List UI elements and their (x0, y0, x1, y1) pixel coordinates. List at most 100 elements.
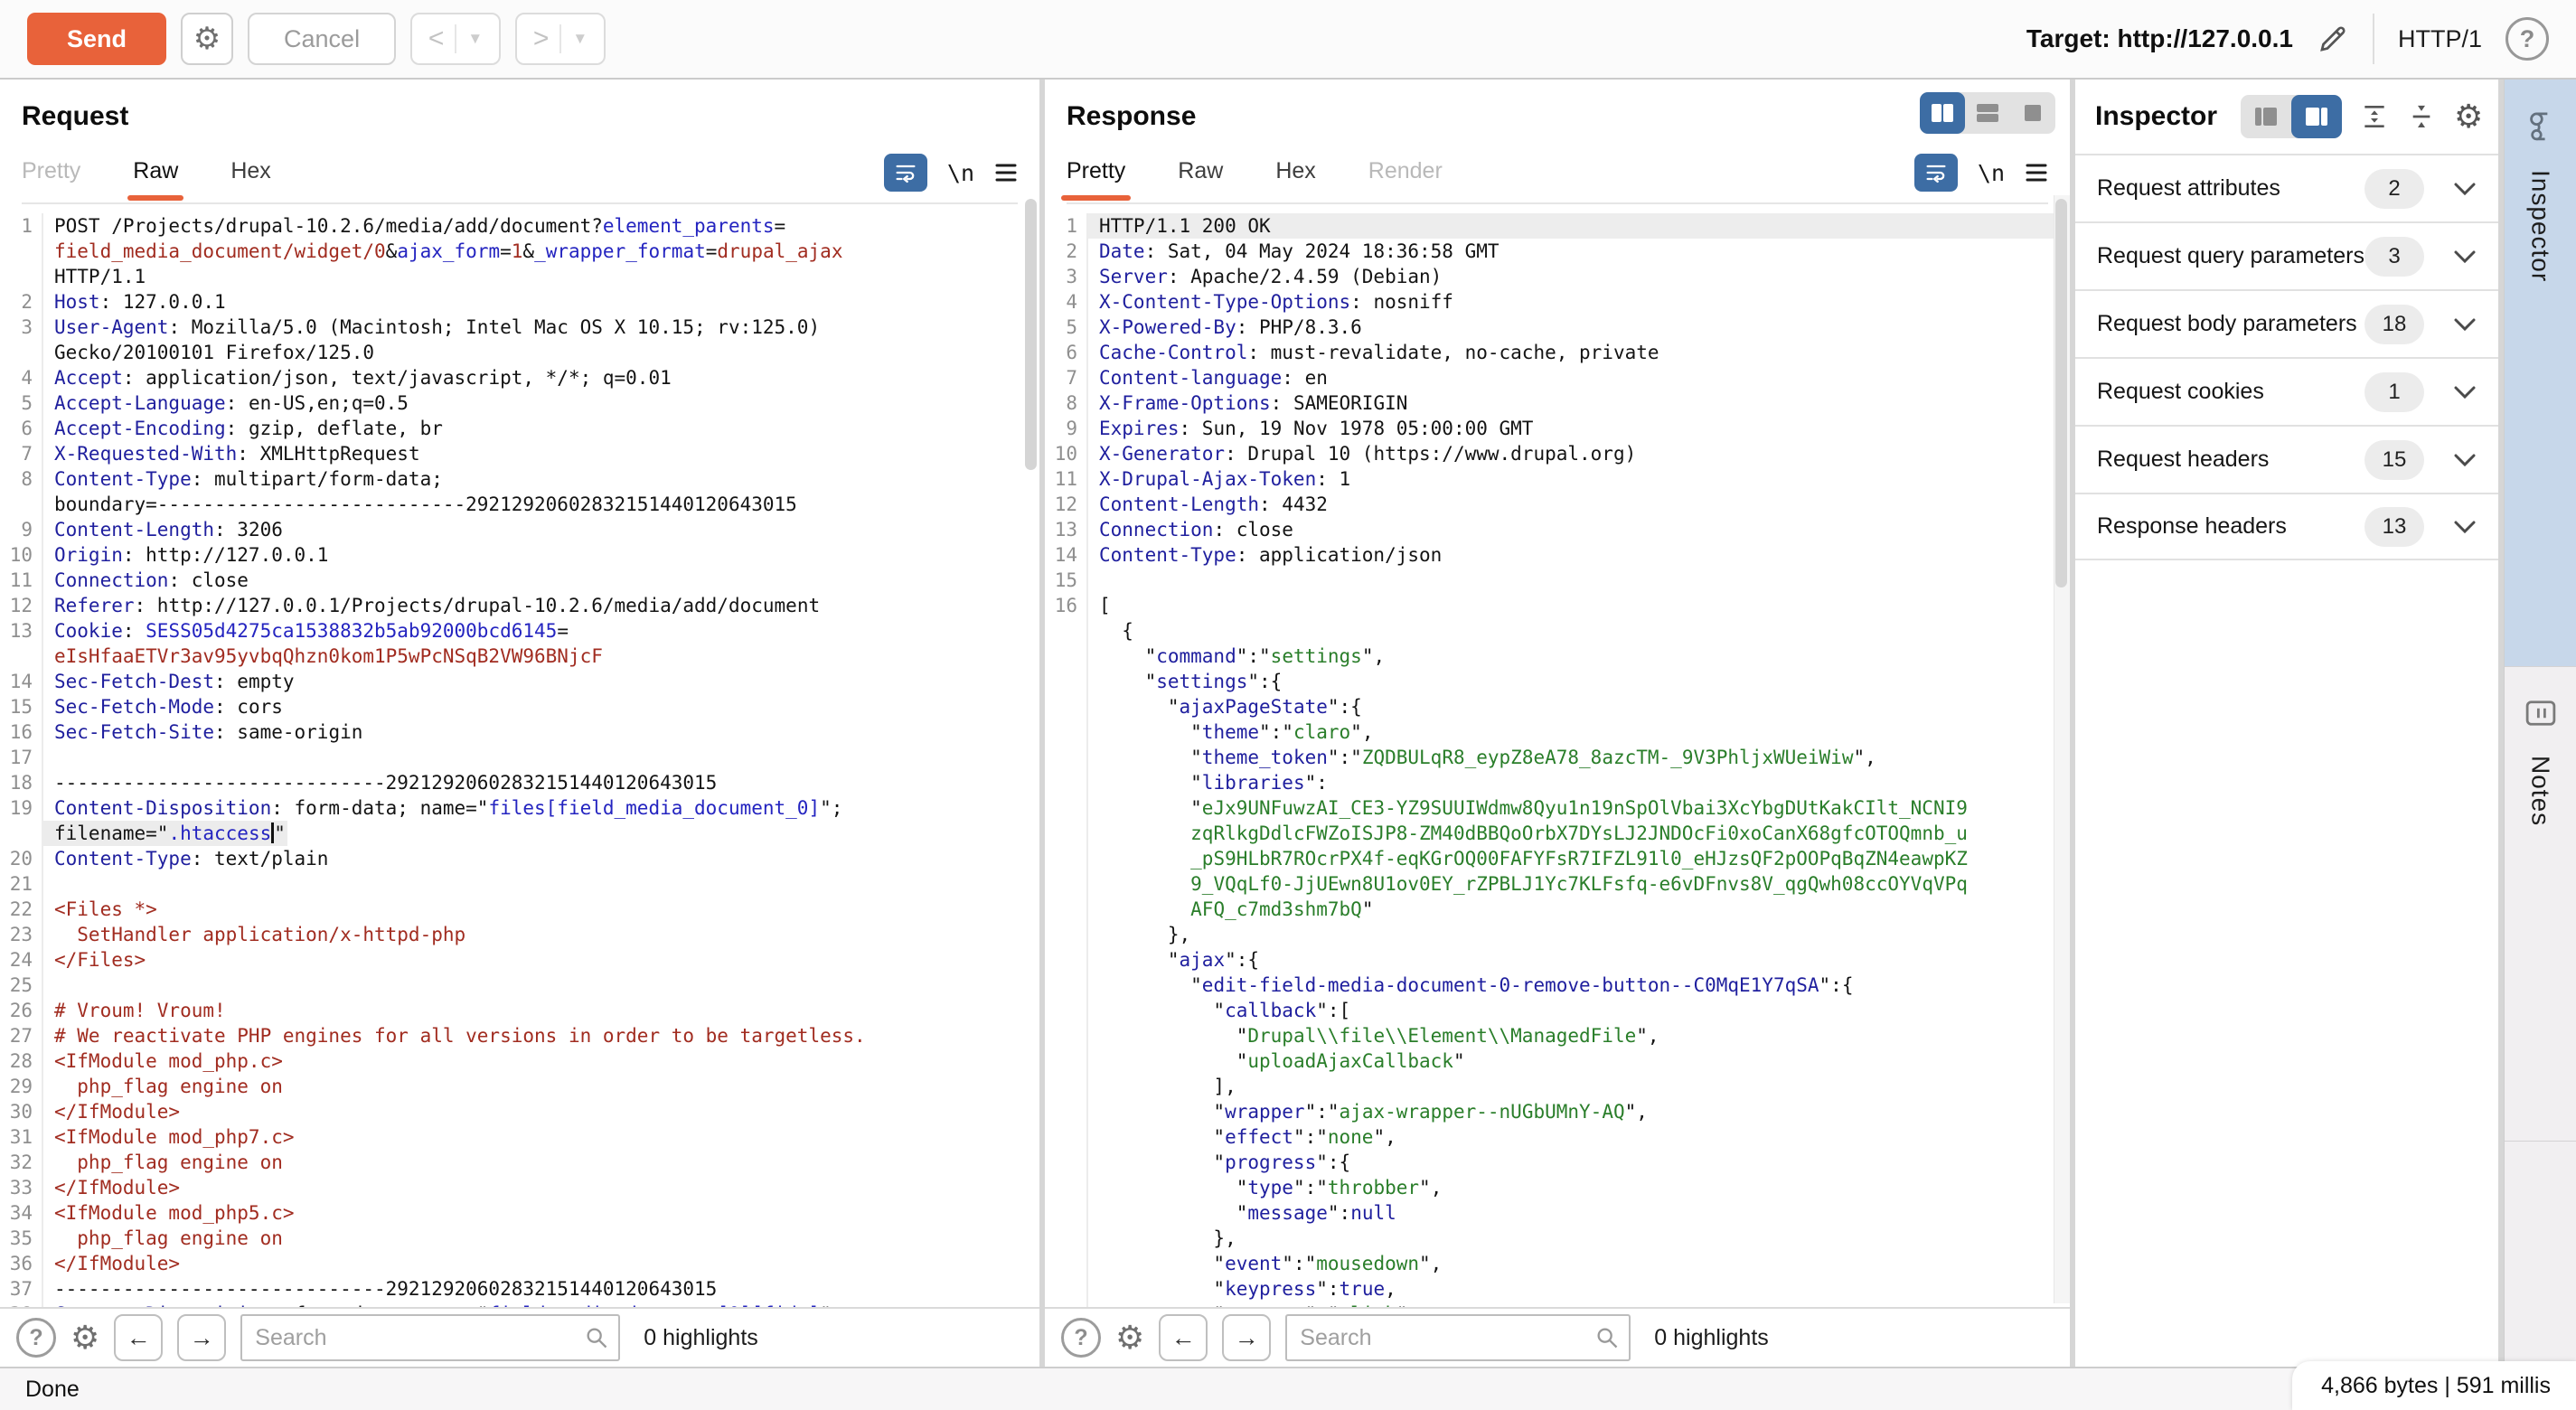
search-settings-gear-icon[interactable]: ⚙ (1115, 1321, 1144, 1354)
code-line[interactable]: 3User-Agent: Mozilla/5.0 (Macintosh; Int… (0, 315, 1039, 340)
show-newlines-toggle-icon[interactable]: \n (947, 160, 974, 186)
code-line[interactable]: "keypress":true, (1045, 1276, 2070, 1302)
code-line[interactable]: "theme_token":"ZQDBULqR8_eypZ8eA78_8azcT… (1045, 745, 2070, 770)
code-line[interactable]: 7Content-language: en (1045, 365, 2070, 390)
code-line[interactable]: 3Server: Apache/2.4.59 (Debian) (1045, 264, 2070, 289)
code-line[interactable]: 12Content-Length: 4432 (1045, 492, 2070, 517)
search-help-icon[interactable]: ? (1061, 1318, 1101, 1358)
code-line[interactable]: field_media_document/widget/0&ajax_form=… (0, 239, 1039, 264)
search-settings-gear-icon[interactable]: ⚙ (71, 1321, 99, 1354)
inspector-section[interactable]: Request body parameters18 (2075, 289, 2498, 357)
inspector-section[interactable]: Request headers15 (2075, 425, 2498, 493)
inspector-section[interactable]: Request cookies1 (2075, 357, 2498, 425)
history-forward-button[interactable]: > ▼ (515, 13, 606, 65)
tab-pretty[interactable]: Pretty (1067, 158, 1125, 199)
code-line[interactable]: "settings":{ (1045, 669, 2070, 694)
code-line[interactable]: 21 (0, 871, 1039, 897)
code-line[interactable]: Gecko/20100101 Firefox/125.0 (0, 340, 1039, 365)
code-line[interactable]: 11X-Drupal-Ajax-Token: 1 (1045, 466, 2070, 492)
inspector-dock-left-icon[interactable] (2241, 95, 2291, 138)
code-line[interactable]: "effect":"none", (1045, 1124, 2070, 1150)
code-line[interactable]: 24</Files> (0, 947, 1039, 973)
code-line[interactable]: 23 SetHandler application/x-httpd-php (0, 922, 1039, 947)
code-line[interactable]: 29 php_flag engine on (0, 1074, 1039, 1099)
code-line[interactable]: 8Content-Type: multipart/form-data; (0, 466, 1039, 492)
chevron-down-icon[interactable] (2453, 249, 2477, 264)
code-line[interactable]: "progress":{ (1045, 1150, 2070, 1175)
code-line[interactable]: 1HTTP/1.1 200 OK (1045, 213, 2070, 239)
inspector-section[interactable]: Response headers13 (2075, 493, 2498, 560)
code-line[interactable]: HTTP/1.1 (0, 264, 1039, 289)
code-line[interactable]: 22<Files *> (0, 897, 1039, 922)
code-line[interactable]: 10X-Generator: Drupal 10 (https://www.dr… (1045, 441, 2070, 466)
code-line[interactable]: 15 (1045, 568, 2070, 593)
code-line[interactable]: 11Connection: close (0, 568, 1039, 593)
code-line[interactable]: "eJx9UNFuwzAI_CE3-YZ9SUUIWdmw8Qyu1n19nSp… (1045, 795, 2070, 821)
code-line[interactable]: 26# Vroum! Vroum! (0, 998, 1039, 1023)
response-search-input[interactable] (1285, 1314, 1631, 1361)
tab-hex[interactable]: Hex (230, 158, 270, 199)
code-line[interactable]: 10Origin: http://127.0.0.1 (0, 542, 1039, 568)
collapse-all-icon[interactable] (2407, 102, 2436, 131)
code-line[interactable]: 4X-Content-Type-Options: nosniff (1045, 289, 2070, 315)
code-line[interactable]: 9Expires: Sun, 19 Nov 1978 05:00:00 GMT (1045, 416, 2070, 441)
code-line[interactable]: 30</IfModule> (0, 1099, 1039, 1124)
code-line[interactable]: 18-----------------------------292129206… (0, 770, 1039, 795)
code-line[interactable]: boundary=---------------------------2921… (0, 492, 1039, 517)
code-line[interactable]: 20Content-Type: text/plain (0, 846, 1039, 871)
tab-render[interactable]: Render (1368, 158, 1443, 199)
response-scrollbar-thumb[interactable] (2055, 199, 2067, 588)
code-line[interactable]: 33</IfModule> (0, 1175, 1039, 1200)
tab-raw[interactable]: Raw (133, 158, 178, 199)
code-line[interactable]: 2Date: Sat, 04 May 2024 18:36:58 GMT (1045, 239, 2070, 264)
layout-single-icon[interactable] (2010, 92, 2055, 134)
code-line[interactable]: 7X-Requested-With: XMLHttpRequest (0, 441, 1039, 466)
code-line[interactable]: 5Accept-Language: en-US,en;q=0.5 (0, 390, 1039, 416)
code-line[interactable]: 16Sec-Fetch-Site: same-origin (0, 719, 1039, 745)
search-next-button[interactable]: → (1222, 1314, 1271, 1361)
response-code[interactable]: 1HTTP/1.1 200 OK2Date: Sat, 04 May 2024 … (1045, 204, 2070, 1307)
layout-columns-icon[interactable] (1920, 92, 1965, 134)
code-line[interactable]: 4Accept: application/json, text/javascri… (0, 365, 1039, 390)
code-line[interactable]: "callback":[ (1045, 998, 2070, 1023)
edit-target-pencil-icon[interactable] (2317, 23, 2349, 55)
request-search-input[interactable] (240, 1314, 620, 1361)
code-line[interactable]: "event":"mousedown", (1045, 1251, 2070, 1276)
code-line[interactable]: filename=".htaccess" (0, 821, 1039, 846)
code-line[interactable]: 25 (0, 973, 1039, 998)
word-wrap-toggle-icon[interactable] (884, 154, 927, 192)
code-line[interactable]: }, (1045, 1226, 2070, 1251)
code-line[interactable]: "wrapper":"ajax-wrapper--nUGbUMnY-AQ", (1045, 1099, 2070, 1124)
inspector-section[interactable]: Request attributes2 (2075, 154, 2498, 221)
code-line[interactable]: AFQ_c7md3shm7bQ" (1045, 897, 2070, 922)
code-line[interactable]: 6Cache-Control: must-revalidate, no-cach… (1045, 340, 2070, 365)
send-button[interactable]: Send (27, 13, 166, 65)
code-line[interactable]: 37-----------------------------292129206… (0, 1276, 1039, 1302)
code-line[interactable]: 35 php_flag engine on (0, 1226, 1039, 1251)
editor-menu-icon[interactable] (2025, 163, 2048, 183)
code-line[interactable]: 16[ (1045, 593, 2070, 618)
tab-hex[interactable]: Hex (1275, 158, 1315, 199)
tab-pretty[interactable]: Pretty (22, 158, 80, 199)
code-line[interactable]: "message":null (1045, 1200, 2070, 1226)
code-line[interactable]: 28<IfModule mod_php.c> (0, 1048, 1039, 1074)
help-icon[interactable]: ? (2505, 17, 2549, 61)
code-line[interactable]: 17 (0, 745, 1039, 770)
code-line[interactable]: "ajax":{ (1045, 947, 2070, 973)
code-line[interactable]: 5X-Powered-By: PHP/8.3.6 (1045, 315, 2070, 340)
word-wrap-toggle-icon[interactable] (1914, 154, 1958, 192)
code-line[interactable]: "theme":"claro", (1045, 719, 2070, 745)
code-line[interactable]: 14Content-Type: application/json (1045, 542, 2070, 568)
code-line[interactable]: 13Connection: close (1045, 517, 2070, 542)
layout-rows-icon[interactable] (1965, 92, 2010, 134)
code-line[interactable]: 19Content-Disposition: form-data; name="… (0, 795, 1039, 821)
cancel-button[interactable]: Cancel (248, 13, 396, 65)
code-line[interactable]: 32 php_flag engine on (0, 1150, 1039, 1175)
code-line[interactable]: 2Host: 127.0.0.1 (0, 289, 1039, 315)
search-help-icon[interactable]: ? (16, 1318, 56, 1358)
request-code[interactable]: 1POST /Projects/drupal-10.2.6/media/add/… (0, 204, 1039, 1307)
code-line[interactable]: "uploadAjaxCallback" (1045, 1048, 2070, 1074)
code-line[interactable]: "Drupal\\file\\Element\\ManagedFile", (1045, 1023, 2070, 1048)
code-line[interactable]: { (1045, 618, 2070, 644)
chevron-down-icon[interactable] (2453, 317, 2477, 332)
